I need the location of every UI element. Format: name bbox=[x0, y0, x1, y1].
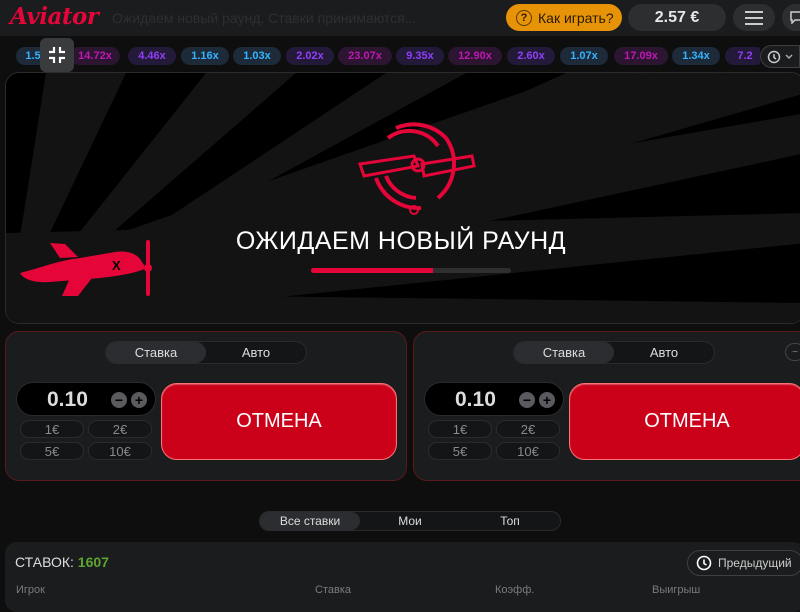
multiplier-chip: 1.07x bbox=[560, 47, 608, 65]
quick-stake-5[interactable]: 5€ bbox=[20, 442, 84, 460]
remove-panel-button[interactable]: − bbox=[785, 343, 800, 361]
history-icon bbox=[696, 555, 712, 571]
menu-button[interactable] bbox=[733, 4, 775, 31]
collapse-view-button[interactable] bbox=[40, 38, 74, 72]
tab-bet[interactable]: Ставка bbox=[106, 342, 206, 363]
aviator-logo[interactable]: Aviator bbox=[10, 3, 99, 30]
question-icon: ? bbox=[516, 9, 532, 26]
multiplier-chip: 9.35x bbox=[396, 47, 444, 65]
top-bar: Aviator Ожидаем новый раунд. Ставки прин… bbox=[0, 0, 800, 36]
column-coefficient: Коэфф. bbox=[495, 584, 535, 596]
bet-mode-tabs: Ставка Авто bbox=[513, 341, 715, 364]
tab-all-bets[interactable]: Все ставки bbox=[260, 512, 360, 530]
bet-panel-1: Ставка Авто 0.10 − + 1€ 2€ 5€ 10€ ОТМЕНА bbox=[5, 331, 407, 481]
quick-stake-10[interactable]: 10€ bbox=[88, 442, 152, 460]
multiplier-chip: 23.07x bbox=[338, 47, 392, 65]
tab-auto[interactable]: Авто bbox=[206, 342, 306, 363]
column-player: Игрок bbox=[16, 584, 45, 596]
tab-auto[interactable]: Авто bbox=[614, 342, 714, 363]
stake-input[interactable]: 0.10 − + bbox=[424, 382, 564, 416]
chevron-down-icon bbox=[785, 53, 793, 59]
decrease-stake-button[interactable]: − bbox=[519, 392, 535, 408]
collapse-icon bbox=[49, 47, 65, 63]
quick-stake-2[interactable]: 2€ bbox=[496, 420, 560, 438]
multiplier-chip: 1.34x bbox=[672, 47, 720, 65]
tab-my-bets[interactable]: Мои bbox=[360, 512, 460, 530]
history-toggle-button[interactable] bbox=[760, 45, 800, 68]
how-to-play-label: Как играть? bbox=[538, 9, 614, 26]
bet-panel-2: Ставка Авто 0.10 − + 1€ 2€ 5€ 10€ ОТМЕНА bbox=[413, 331, 800, 481]
bets-count-label: СТАВОК: bbox=[15, 554, 74, 570]
svg-text:X: X bbox=[112, 258, 121, 273]
tab-top-bets[interactable]: Топ bbox=[460, 512, 560, 530]
column-stake: Ставка bbox=[315, 584, 351, 596]
cancel-bet-button[interactable]: ОТМЕНА bbox=[569, 383, 800, 460]
hamburger-icon bbox=[745, 10, 763, 25]
multiplier-chip: 14.72x bbox=[70, 47, 120, 65]
increase-stake-button[interactable]: + bbox=[131, 392, 147, 408]
previous-round-label: Предыдущий bbox=[718, 556, 792, 570]
bets-count-heading: СТАВОК: 1607 bbox=[15, 554, 109, 570]
multiplier-chip: 12.90x bbox=[448, 47, 502, 65]
round-progress-fill bbox=[311, 268, 433, 273]
history-icon bbox=[767, 50, 781, 63]
round-progress-bar bbox=[311, 268, 511, 273]
multiplier-history: 1.5 14.72x 4.46x 1.16x 1.03x 2.02x 23.07… bbox=[0, 44, 760, 68]
quick-stake-10[interactable]: 10€ bbox=[496, 442, 560, 460]
bets-count-value: 1607 bbox=[77, 554, 109, 570]
stake-value[interactable]: 0.10 bbox=[455, 388, 496, 412]
bet-mode-tabs: Ставка Авто bbox=[105, 341, 307, 364]
tab-bet[interactable]: Ставка bbox=[514, 342, 614, 363]
multiplier-chip: 2.02x bbox=[286, 47, 334, 65]
waiting-round-title: ОЖИДАЕМ НОВЫЙ РАУНД bbox=[235, 227, 567, 255]
cancel-bet-button[interactable]: ОТМЕНА bbox=[161, 383, 397, 460]
stake-value[interactable]: 0.10 bbox=[47, 388, 88, 412]
multiplier-chip: 2.60x bbox=[507, 47, 555, 65]
background-rays: X bbox=[6, 73, 800, 323]
bets-filter-tabs: Все ставки Мои Топ bbox=[259, 511, 561, 531]
quick-stake-2[interactable]: 2€ bbox=[88, 420, 152, 438]
chat-button[interactable] bbox=[782, 4, 800, 31]
previous-round-button[interactable]: Предыдущий bbox=[687, 550, 800, 576]
quick-stake-1[interactable]: 1€ bbox=[20, 420, 84, 438]
game-canvas: X ОЖИДАЕМ НОВЫЙ РАУНД bbox=[5, 72, 800, 324]
chat-icon bbox=[790, 11, 800, 24]
multiplier-chip: 7.2 bbox=[725, 47, 760, 65]
multiplier-chip: 17.09x bbox=[614, 47, 668, 65]
multiplier-chip: 1.03x bbox=[233, 47, 281, 65]
decrease-stake-button[interactable]: − bbox=[111, 392, 127, 408]
multiplier-chip: 4.46x bbox=[128, 47, 176, 65]
how-to-play-button[interactable]: ? Как играть? bbox=[506, 4, 622, 31]
column-win: Выигрыш bbox=[652, 584, 701, 596]
bets-list: СТАВОК: 1607 Предыдущий Игрок Ставка Коэ… bbox=[5, 542, 800, 612]
increase-stake-button[interactable]: + bbox=[539, 392, 555, 408]
announcement-ticker: Ожидаем новый раунд. Ставки принимаются.… bbox=[112, 10, 417, 26]
quick-stake-5[interactable]: 5€ bbox=[428, 442, 492, 460]
stake-input[interactable]: 0.10 − + bbox=[16, 382, 156, 416]
multiplier-chip: 1.16x bbox=[181, 47, 229, 65]
balance-display: 2.57 € bbox=[628, 4, 726, 31]
quick-stake-1[interactable]: 1€ bbox=[428, 420, 492, 438]
